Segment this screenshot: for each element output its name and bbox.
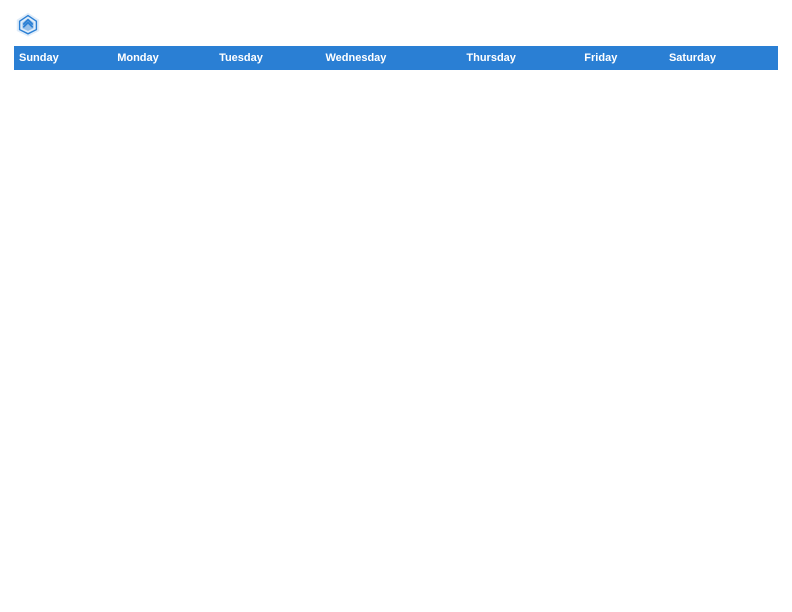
page: SundayMondayTuesdayWednesdayThursdayFrid… [0, 0, 792, 612]
weekday-friday: Friday [580, 47, 665, 70]
weekday-monday: Monday [113, 47, 215, 70]
calendar: SundayMondayTuesdayWednesdayThursdayFrid… [14, 46, 778, 70]
weekday-saturday: Saturday [664, 47, 777, 70]
logo [14, 10, 46, 38]
weekday-sunday: Sunday [15, 47, 113, 70]
weekday-thursday: Thursday [462, 47, 580, 70]
header [14, 10, 778, 38]
weekday-wednesday: Wednesday [321, 47, 462, 70]
logo-icon [14, 10, 42, 38]
weekday-header-row: SundayMondayTuesdayWednesdayThursdayFrid… [15, 47, 778, 70]
weekday-tuesday: Tuesday [215, 47, 321, 70]
